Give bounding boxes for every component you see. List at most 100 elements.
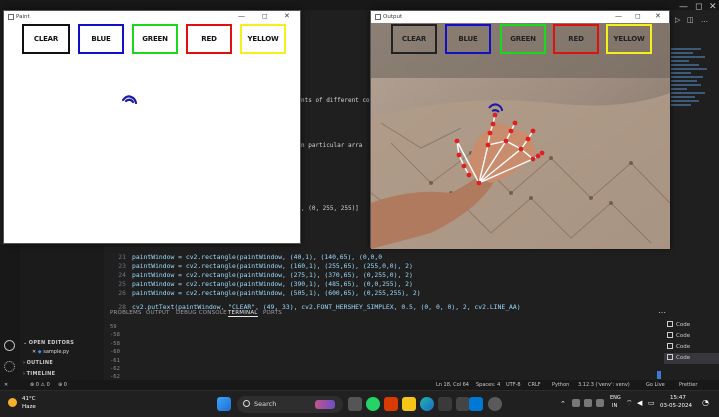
terminal-scrollbar[interactable] — [657, 371, 661, 379]
paint-title: Paint — [16, 14, 30, 20]
activity-bar — [0, 245, 20, 390]
outline-section[interactable]: › OUTLINE — [23, 360, 53, 366]
code-fragment: , (0, 255, 255)] — [301, 205, 359, 212]
clock-date[interactable]: 03-05-2024 — [660, 403, 692, 409]
taskbar: 41°C Haze Search ⌃ ENG IN ⌔ ◀ ▭ 15:47 03… — [0, 390, 719, 417]
terminal-output[interactable]: 59 -58 -58 -60 -61 -62 -62 — [110, 324, 120, 383]
store-icon[interactable] — [438, 397, 452, 411]
close-button[interactable]: ✕ — [655, 12, 661, 20]
volume-icon[interactable]: ◀ — [637, 399, 642, 407]
terminal-list-item[interactable]: Code — [664, 320, 719, 331]
wifi-icon[interactable]: ⌔ — [626, 399, 633, 408]
notification-bell-icon[interactable]: ◔ — [702, 398, 709, 407]
edge-icon[interactable] — [420, 397, 434, 411]
terminal-list-item[interactable]: Code — [664, 353, 719, 364]
terminal-list-item[interactable]: Code — [664, 342, 719, 353]
close-button[interactable]: ✕ — [284, 12, 290, 20]
red-box: RED — [553, 24, 599, 54]
python-app-icon[interactable] — [488, 397, 502, 411]
yellow-box: YELLOW — [606, 24, 652, 54]
green-box: GREEN — [132, 24, 178, 54]
terminal-list-item[interactable]: Code — [664, 331, 719, 342]
minimize-button[interactable]: — — [615, 12, 622, 20]
camera-feed: CLEAR BLUE GREEN RED YELLOW — [371, 23, 670, 249]
status-spaces[interactable]: Spaces: 4 — [476, 382, 500, 388]
weather-haze-icon — [8, 398, 17, 407]
battery-icon[interactable]: ▭ — [648, 399, 655, 407]
status-bar: ✕ ⊗ 0 ⚠ 0 ⊕ 0 Ln 18, Col 64 Spaces: 4 UT… — [0, 380, 719, 390]
chevron-up-icon[interactable]: ⌃ — [560, 400, 566, 408]
status-position[interactable]: Ln 18, Col 64 — [436, 382, 469, 388]
code-editor[interactable]: 21 paintWindow = cv2.rectangle(paintWindo… — [110, 245, 670, 311]
tray-app-icon[interactable] — [572, 399, 580, 407]
clock-time[interactable]: 15:47 — [670, 395, 686, 401]
terminal-icon — [667, 343, 673, 349]
clear-box: CLEAR — [391, 24, 437, 54]
maximize-icon[interactable]: ◻ — [695, 2, 702, 12]
status-golive[interactable]: Go Live — [646, 382, 665, 388]
webcam-frame — [371, 23, 670, 249]
open-file-item[interactable]: ✕ ◆ sample.py — [32, 349, 69, 355]
tab-terminal[interactable]: TERMINAL — [228, 310, 258, 317]
tab-output[interactable]: OUTPUT — [146, 310, 170, 316]
vscode-titlebar — [0, 0, 719, 10]
minimize-icon[interactable]: — — [679, 2, 688, 12]
tray-app-icon[interactable] — [596, 399, 604, 407]
search-icon — [243, 400, 250, 407]
output-window[interactable]: Output — ◻ ✕ CLEAR BLUE GREEN RED YELLOW — [370, 10, 670, 249]
whatsapp-icon[interactable] — [366, 397, 380, 411]
system-tray: ⌃ ENG IN ⌔ ◀ ▭ 15:47 03-05-2024 ◔ — [560, 395, 719, 415]
red-box: RED — [186, 24, 232, 54]
timeline-section[interactable]: › TIMELINE — [23, 371, 55, 377]
terminal-icon — [667, 332, 673, 338]
clear-box: CLEAR — [22, 24, 70, 54]
output-titlebar[interactable]: Output — ◻ ✕ — [371, 11, 669, 23]
minimap[interactable] — [671, 46, 709, 136]
code-fragment: nts of different co — [301, 97, 370, 104]
panel-more-icon[interactable]: ⋯ — [658, 308, 666, 317]
windows-start-icon[interactable] — [217, 397, 231, 411]
run-icon[interactable]: ▷ — [675, 16, 680, 24]
terminal-icon — [667, 354, 673, 360]
remote-icon[interactable]: ✕ — [4, 382, 8, 388]
app-icon[interactable] — [456, 397, 470, 411]
status-encoding[interactable]: UTF-8 — [506, 382, 521, 388]
status-interpreter[interactable]: 3.12.3 ('venv': venv) — [578, 382, 630, 388]
search-label: Search — [254, 400, 277, 408]
status-language[interactable]: Python — [552, 382, 569, 388]
tab-debug-console[interactable]: DEBUG CONSOLE — [176, 310, 227, 316]
paint-titlebar[interactable]: Paint — ◻ ✕ — [4, 11, 300, 23]
split-editor-icon[interactable]: ◫ — [687, 16, 694, 24]
vscode-icon[interactable] — [469, 397, 483, 411]
settings-gear-icon[interactable] — [4, 361, 15, 372]
terminal-list: Code Code Code Code — [664, 320, 719, 364]
status-prettier[interactable]: Prettier — [679, 382, 697, 388]
account-icon[interactable] — [4, 340, 15, 351]
output-title: Output — [383, 14, 403, 20]
status-eol[interactable]: CRLF — [528, 382, 541, 388]
language-region: IN — [612, 403, 618, 409]
weather-widget[interactable]: 41°C Haze — [8, 395, 36, 411]
maximize-button[interactable]: ◻ — [262, 12, 268, 20]
paint-window[interactable]: Paint — ◻ ✕ CLEAR BLUE GREEN RED YELLOW — [3, 10, 301, 244]
file-explorer-icon[interactable] — [402, 397, 416, 411]
tab-ports[interactable]: PORTS — [263, 310, 282, 316]
tray-app-icon[interactable] — [584, 399, 592, 407]
more-icon[interactable]: … — [701, 16, 708, 24]
close-icon[interactable]: ✕ — [709, 2, 717, 12]
blue-box: BLUE — [445, 24, 491, 54]
maximize-button[interactable]: ◻ — [635, 12, 641, 20]
language-indicator[interactable]: ENG — [610, 395, 621, 401]
status-ports[interactable]: ⊕ 0 — [58, 382, 67, 388]
weather-temperature: 41°C — [22, 396, 36, 402]
open-editors-section[interactable]: ⌄ OPEN EDITORS — [23, 340, 74, 346]
office-icon[interactable] — [384, 397, 398, 411]
yellow-box: YELLOW — [240, 24, 286, 54]
task-view-icon[interactable] — [348, 397, 362, 411]
status-errors[interactable]: ⊗ 0 ⚠ 0 — [30, 382, 50, 388]
tab-problems[interactable]: PROBLEMS — [110, 310, 142, 316]
taskbar-search[interactable]: Search — [237, 396, 343, 413]
minimize-button[interactable]: — — [238, 12, 245, 20]
desktop: — ◻ ✕ ▷ ◫ … nts of different co n partic… — [0, 0, 719, 417]
blue-box: BLUE — [78, 24, 124, 54]
